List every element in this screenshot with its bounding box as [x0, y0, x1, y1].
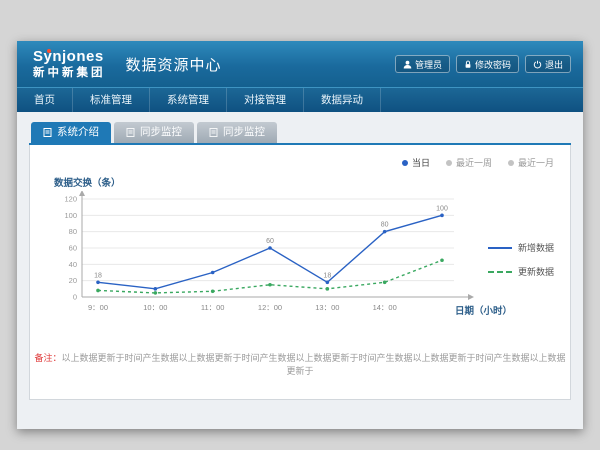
dashed-line-icon [488, 271, 512, 273]
app-window: Synjones 新中新集团 数据资源中心 管理员 修改密码 退出 首页 标准管… [17, 41, 583, 429]
svg-text:120: 120 [64, 195, 77, 204]
document-icon [43, 128, 52, 137]
nav-item-standard-mgmt[interactable]: 标准管理 [73, 88, 150, 112]
line-chart: 0 20 40 60 80 100 120 9：00 10：00 11：00 12：00 13：00 1… [46, 191, 486, 331]
solid-line-icon [488, 247, 512, 249]
brand-logo: Synjones 新中新集团 [33, 48, 106, 80]
legend-dot-icon [508, 160, 514, 166]
nav-item-data-change[interactable]: 数据异动 [304, 88, 381, 112]
desktop-background: { "header": { "logo_en": "Synjones", "lo… [0, 0, 600, 450]
main-navigation: 首页 标准管理 系统管理 对接管理 数据异动 [17, 87, 583, 112]
page-title: 数据资源中心 [126, 54, 222, 75]
svg-text:13：00: 13：00 [315, 303, 339, 312]
footnote-prefix: 备注： [34, 353, 61, 363]
footnote: 备注：以上数据更新于时间产生数据以上数据更新于时间产生数据以上数据更新于时间产生… [30, 351, 570, 377]
series-legend: 新增数据 更新数据 [488, 241, 554, 289]
tab-sync-monitor-2[interactable]: 同步监控 [197, 122, 277, 143]
svg-text:80: 80 [381, 222, 389, 229]
filter-today[interactable]: 当日 [402, 156, 430, 169]
change-password-button[interactable]: 修改密码 [456, 55, 519, 73]
chart-filter-legend: 当日 最近一周 最近一月 [402, 156, 554, 169]
legend-dot-icon [402, 160, 408, 166]
content-area: 系统介绍 同步监控 同步监控 当日 最近一周 [17, 112, 583, 429]
brand-logo-cn: 新中新集团 [33, 67, 106, 80]
brand-logo-en: Synjones [33, 49, 104, 66]
tab-sync-monitor-1[interactable]: 同步监控 [114, 122, 194, 143]
lock-icon [464, 60, 472, 69]
user-icon [403, 60, 412, 69]
footnote-text: 以上数据更新于时间产生数据以上数据更新于时间产生数据以上数据更新于时间产生数据以… [62, 353, 566, 376]
admin-user-button[interactable]: 管理员 [395, 55, 450, 73]
logout-button[interactable]: 退出 [525, 55, 571, 73]
svg-text:18: 18 [323, 272, 331, 279]
filter-last-month[interactable]: 最近一月 [508, 156, 554, 169]
header-actions: 管理员 修改密码 退出 [395, 55, 571, 73]
legend-new-data[interactable]: 新增数据 [488, 241, 554, 254]
chart-panel: 当日 最近一周 最近一月 数据交换（条） 0 20 40 60 80 100 120 9：00… [29, 145, 571, 400]
tab-system-intro[interactable]: 系统介绍 [31, 122, 111, 143]
svg-text:9：00: 9：00 [88, 303, 108, 312]
power-icon [533, 60, 542, 69]
svg-text:80: 80 [69, 227, 77, 236]
svg-text:100: 100 [64, 211, 77, 220]
top-header-bar: Synjones 新中新集团 数据资源中心 管理员 修改密码 退出 [17, 41, 583, 87]
svg-text:0: 0 [73, 293, 77, 302]
document-icon [126, 128, 135, 137]
svg-text:20: 20 [69, 276, 77, 285]
svg-text:60: 60 [266, 238, 274, 245]
x-axis-title: 日期（小时） [455, 303, 512, 317]
y-axis-title: 数据交换（条） [54, 175, 121, 189]
tab-strip: 系统介绍 同步监控 同步监控 [29, 122, 571, 145]
svg-text:14：00: 14：00 [373, 303, 397, 312]
legend-dot-icon [446, 160, 452, 166]
brand-red-dot-icon [47, 49, 51, 53]
svg-text:100: 100 [436, 205, 448, 212]
svg-text:11：00: 11：00 [201, 303, 225, 312]
legend-updated-data[interactable]: 更新数据 [488, 265, 554, 278]
svg-text:10：00: 10：00 [143, 303, 167, 312]
document-icon [209, 128, 218, 137]
svg-text:12：00: 12：00 [258, 303, 282, 312]
svg-text:60: 60 [69, 244, 77, 253]
svg-text:40: 40 [69, 260, 77, 269]
svg-text:18: 18 [94, 272, 102, 279]
filter-last-week[interactable]: 最近一周 [446, 156, 492, 169]
nav-item-home[interactable]: 首页 [17, 88, 73, 112]
nav-item-system-mgmt[interactable]: 系统管理 [150, 88, 227, 112]
nav-item-integration-mgmt[interactable]: 对接管理 [227, 88, 304, 112]
